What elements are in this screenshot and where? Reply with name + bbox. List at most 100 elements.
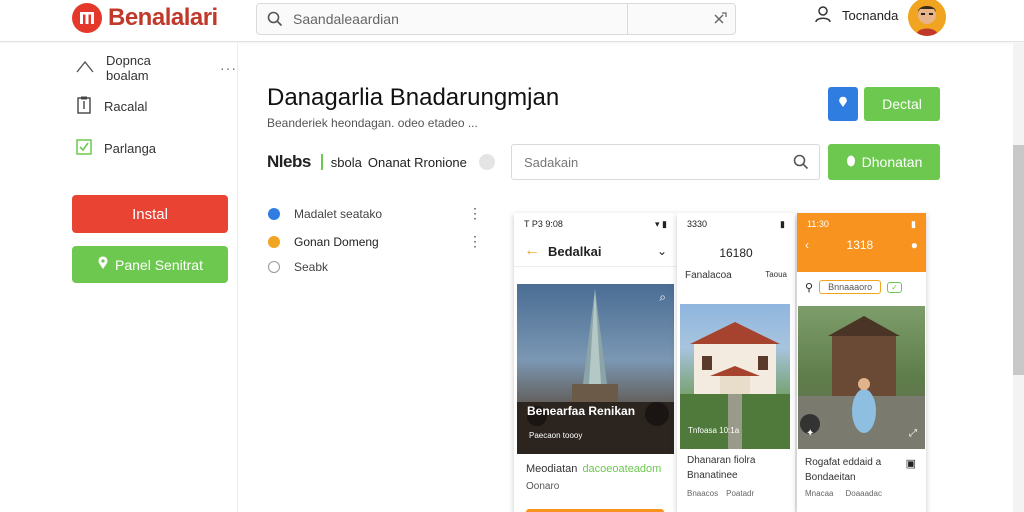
phone-header: ← Bedalkai ⌄ bbox=[514, 236, 677, 267]
page-title: Danagarlia Bnadarungmjan bbox=[267, 84, 560, 111]
image-caption: Benearfaa Renikan bbox=[527, 404, 636, 418]
phone-footer-tag: Mnacaa bbox=[805, 489, 834, 498]
sidebar-item-racalal[interactable]: Racalal bbox=[76, 96, 147, 117]
install-button[interactable]: Instal bbox=[72, 195, 228, 233]
phone-footer-tag-right: Doaaadac bbox=[845, 489, 882, 498]
download-button[interactable]: Dhonatan bbox=[828, 144, 940, 180]
temple-image[interactable]: Benearfaa Renikan Paecaon toooy ⌕ bbox=[517, 284, 674, 454]
house-image[interactable]: Tnfoasa 10:1a bbox=[680, 304, 790, 449]
tab-separator bbox=[320, 154, 323, 170]
list-item-label: Seabk bbox=[294, 260, 329, 274]
signal-icon: ▾ ▮ bbox=[655, 219, 667, 229]
content-search-bar[interactable]: Sadakain bbox=[511, 144, 820, 180]
phone-footer-title: Meodiatan bbox=[526, 463, 578, 475]
page-subtitle: Beanderiek heondagan. odeo etadeo ... bbox=[267, 116, 478, 130]
status-time: 11:30 bbox=[807, 219, 829, 229]
content-search-input[interactable]: Sadakain bbox=[524, 155, 578, 170]
pin-icon bbox=[97, 256, 109, 273]
more-vertical-icon[interactable]: ⋮ bbox=[468, 205, 482, 222]
top-bar: Benalalari Saandaleaardian Tocnanda bbox=[0, 0, 1024, 42]
search-icon bbox=[267, 11, 283, 32]
back-arrow-icon[interactable]: ‹ bbox=[805, 238, 809, 252]
logo-mark-icon bbox=[72, 3, 102, 33]
phone-header-title: 16180 bbox=[719, 246, 753, 260]
user-name: Tocnanda bbox=[842, 8, 899, 23]
sidebar-item-label: Parlanga bbox=[104, 141, 157, 156]
back-arrow-icon[interactable]: ← bbox=[524, 242, 540, 260]
phone-orange-header: 11:30 ▮ ‹ 1318 ● bbox=[797, 213, 926, 272]
message-icon[interactable]: ▣ bbox=[906, 457, 916, 470]
detail-button[interactable]: Dectal bbox=[864, 87, 940, 121]
phone-screenshot-2[interactable]: 3330 ▮ 16180 Fanalacoa Taoua Tnfoasa 10:… bbox=[677, 213, 795, 512]
mountain-icon bbox=[76, 60, 94, 77]
phone-screenshot-3[interactable]: 11:30 ▮ ‹ 1318 ● ⚲ Bnnaaaoro ✓ ✦ ⤢ Rogaf… bbox=[797, 213, 926, 512]
list-item[interactable]: Seabk bbox=[268, 260, 482, 274]
more-options-icon[interactable]: ··· bbox=[220, 60, 237, 76]
sidebar-item-dopnca[interactable]: Dopnca boalam ··· bbox=[76, 53, 237, 83]
tab-bar: Nlebs sbola Onanat Rronione bbox=[267, 152, 495, 172]
phone-footer-tag: dacoeoateadom bbox=[582, 463, 662, 475]
phone-header: 16180 bbox=[677, 236, 795, 270]
sidebar-item-parlanga[interactable]: Parlanga bbox=[76, 139, 156, 158]
phone-footer-title: Rogafat eddaid a bbox=[805, 457, 882, 468]
phone-footer-tag-right: Poatadr bbox=[726, 489, 755, 498]
list-item[interactable]: Gonan Domeng ⋮ bbox=[268, 233, 482, 250]
status-dot-icon bbox=[268, 235, 280, 248]
filter-tag[interactable]: Bnnaaaoro bbox=[819, 280, 882, 294]
phone-footer-tags: Mnacaa Doaaadac bbox=[805, 489, 882, 498]
search-divider bbox=[627, 4, 628, 34]
search-icon[interactable]: ⌕ bbox=[659, 290, 666, 305]
status-bar: 3330 ▮ bbox=[677, 213, 795, 236]
courtyard-image[interactable]: ✦ ⤢ bbox=[798, 306, 925, 449]
status-bar: 11:30 ▮ bbox=[797, 213, 926, 236]
phone-footer-tag: Bnaacos bbox=[687, 489, 719, 498]
user-menu[interactable]: Tocnanda bbox=[814, 5, 898, 26]
search-icon[interactable] bbox=[793, 154, 809, 175]
signal-icon: ▮ bbox=[911, 219, 916, 229]
phone-footer-sub: Bnanatinee bbox=[687, 470, 738, 481]
scrollbar-thumb[interactable] bbox=[1013, 145, 1024, 375]
search-bar[interactable]: Saandaleaardian bbox=[256, 3, 736, 35]
bookmark-icon bbox=[76, 96, 92, 117]
list-item-label: Madalet seatako bbox=[294, 206, 383, 221]
phone-footer-tags: Bnaacos Poatadr bbox=[687, 489, 754, 498]
clear-search-icon[interactable] bbox=[713, 11, 727, 30]
phone-sub-label: Fanalacoa bbox=[685, 270, 732, 281]
image-caption: Tnfoasa 10:1a bbox=[688, 426, 740, 435]
status-dot-icon bbox=[268, 261, 280, 273]
expand-icon[interactable]: ⤢ bbox=[909, 428, 917, 439]
avatar[interactable] bbox=[908, 0, 946, 36]
phone-footer-sub: Bondaeitan bbox=[805, 472, 856, 483]
user-icon bbox=[814, 5, 832, 26]
phone-footer-sub: Oonaro bbox=[526, 481, 560, 492]
location-icon[interactable]: ⚲ bbox=[805, 281, 813, 294]
tab-second[interactable]: sbola bbox=[331, 155, 362, 170]
phone-header-title: 1318 bbox=[846, 238, 874, 252]
search-input[interactable]: Saandaleaardian bbox=[293, 11, 399, 27]
courtyard-illustration bbox=[798, 316, 925, 449]
logo-text: Benalalari bbox=[108, 4, 218, 31]
pin-button[interactable] bbox=[828, 87, 858, 121]
tab-more-icon[interactable] bbox=[478, 154, 495, 170]
signal-icon: ▮ bbox=[780, 219, 785, 229]
tab-main[interactable]: Nlebs bbox=[267, 152, 311, 172]
sidebar-item-label: Racalal bbox=[104, 99, 148, 114]
download-icon bbox=[846, 154, 856, 170]
download-button-label: Dhonatan bbox=[861, 154, 923, 170]
chat-icon[interactable]: ● bbox=[911, 238, 918, 252]
image-caption-small: Paecaon toooy bbox=[529, 431, 583, 440]
temple-illustration bbox=[517, 289, 674, 454]
phone-subheader: Fanalacoa Taoua bbox=[677, 270, 795, 281]
phone-footer: Meodiatan dacoeoateadom bbox=[526, 463, 661, 475]
share-icon[interactable]: ✦ bbox=[806, 428, 814, 439]
check-icon[interactable]: ✓ bbox=[887, 281, 902, 293]
panel-button-label: Panel Senitrat bbox=[115, 256, 203, 273]
list-item[interactable]: Madalet seatako ⋮ bbox=[268, 205, 482, 222]
more-vertical-icon[interactable]: ⋮ bbox=[468, 233, 482, 250]
chevron-down-icon[interactable]: ⌄ bbox=[657, 244, 667, 258]
panel-button[interactable]: Panel Senitrat bbox=[72, 246, 228, 283]
tab-third[interactable]: Onanat Rronione bbox=[368, 155, 467, 170]
phone-screenshot-1[interactable]: T P3 9:08 ▾ ▮ ← Bedalkai ⌄ Benearfaa Ren… bbox=[514, 213, 677, 512]
logo[interactable]: Benalalari bbox=[72, 3, 218, 33]
phone-header-title: Bedalkai bbox=[548, 243, 602, 259]
